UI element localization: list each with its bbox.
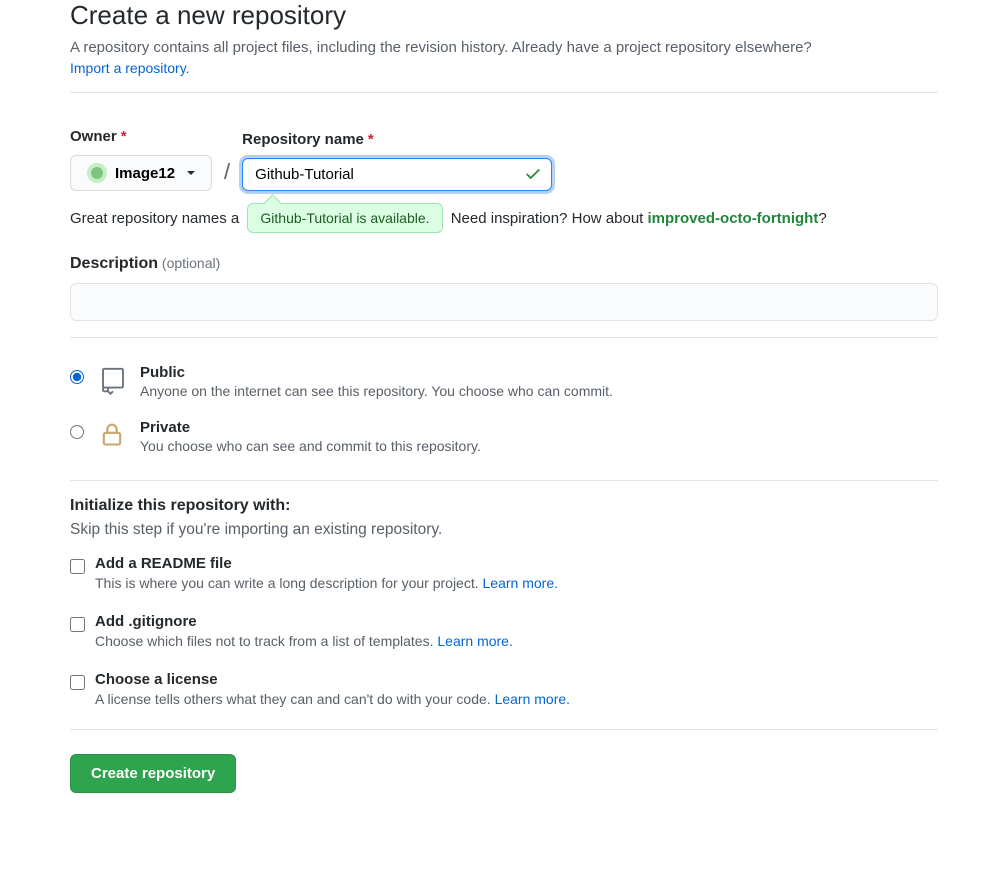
description-input[interactable] (70, 283, 938, 321)
owner-select-button[interactable]: Image12 (70, 155, 212, 191)
check-icon (524, 164, 542, 185)
description-label: Description (optional) (70, 255, 938, 273)
divider (70, 337, 938, 338)
gitignore-desc: Choose which files not to track from a l… (95, 633, 513, 649)
page-title: Create a new repository (70, 0, 938, 31)
readme-title: Add a README file (95, 555, 558, 572)
readme-learn-more-link[interactable]: Learn more. (483, 575, 558, 591)
add-readme-checkbox[interactable] (70, 559, 85, 574)
private-title: Private (140, 419, 481, 436)
gitignore-desc-text: Choose which files not to track from a l… (95, 633, 437, 649)
page-subtitle: A repository contains all project files,… (70, 39, 938, 56)
license-desc: A license tells others what they can and… (95, 691, 570, 707)
lock-icon (98, 419, 126, 449)
hint-suffix: ? (818, 210, 826, 227)
subtitle-text: A repository contains all project files,… (70, 39, 812, 56)
private-desc: You choose who can see and commit to thi… (140, 438, 481, 454)
owner-label: Owner* (70, 128, 212, 145)
public-desc: Anyone on the internet can see this repo… (140, 383, 613, 399)
divider (70, 480, 938, 481)
optional-label: (optional) (162, 255, 220, 271)
initialize-heading: Initialize this repository with: (70, 497, 938, 515)
required-asterisk: * (368, 131, 374, 148)
required-asterisk: * (121, 128, 127, 145)
visibility-private-radio[interactable] (70, 425, 84, 439)
license-desc-text: A license tells others what they can and… (95, 691, 495, 707)
readme-desc: This is where you can write a long descr… (95, 575, 558, 591)
repo-icon (98, 364, 126, 394)
repo-name-label: Repository name* (242, 131, 552, 148)
hint-row: Great repository names a Github-Tutorial… (70, 203, 938, 233)
avatar-icon (87, 163, 107, 183)
description-label-text: Description (70, 255, 158, 272)
readme-desc-text: This is where you can write a long descr… (95, 575, 483, 591)
license-learn-more-link[interactable]: Learn more. (495, 691, 570, 707)
import-repository-link[interactable]: Import a repository. (70, 60, 190, 76)
choose-license-checkbox[interactable] (70, 675, 85, 690)
visibility-public-radio[interactable] (70, 370, 84, 384)
repo-name-suggestion[interactable]: improved-octo-fortnight (648, 210, 819, 227)
owner-name: Image12 (115, 165, 175, 182)
hint-prefix: Great repository names a (70, 210, 239, 227)
repo-label-text: Repository name (242, 131, 364, 148)
gitignore-title: Add .gitignore (95, 613, 513, 630)
chevron-down-icon (187, 171, 195, 175)
owner-label-text: Owner (70, 128, 117, 145)
path-separator: / (220, 159, 234, 191)
repository-name-input[interactable] (242, 158, 552, 191)
initialize-subtext: Skip this step if you're importing an ex… (70, 521, 938, 539)
license-title: Choose a license (95, 671, 570, 688)
divider (70, 92, 938, 93)
availability-tooltip: Github-Tutorial is available. (247, 203, 442, 233)
add-gitignore-checkbox[interactable] (70, 617, 85, 632)
gitignore-learn-more-link[interactable]: Learn more. (437, 633, 512, 649)
create-repository-button[interactable]: Create repository (70, 754, 236, 793)
public-title: Public (140, 364, 613, 381)
divider (70, 729, 938, 730)
hint-inspiration: Need inspiration? How about (451, 210, 648, 227)
